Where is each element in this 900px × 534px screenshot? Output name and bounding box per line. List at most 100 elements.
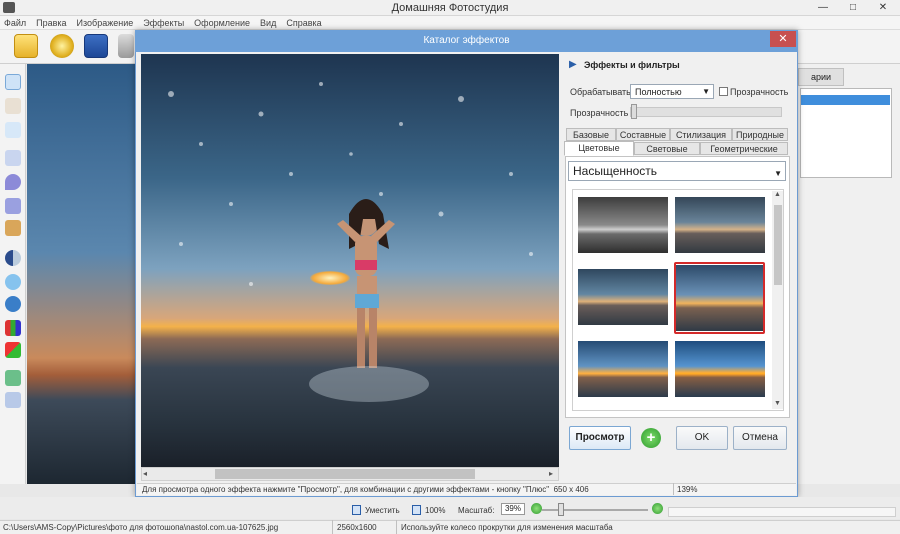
actual-size-icon[interactable] bbox=[412, 505, 421, 515]
menu-help[interactable]: Справка bbox=[286, 16, 321, 29]
tab-composite[interactable]: Составные bbox=[616, 128, 670, 141]
scroll-down-arrow-icon[interactable]: ▼ bbox=[774, 400, 781, 407]
scale-label: Масштаб: bbox=[458, 506, 495, 515]
stamp-icon[interactable] bbox=[5, 220, 21, 236]
hand-icon[interactable] bbox=[5, 98, 21, 114]
ok-button[interactable]: OK bbox=[676, 426, 728, 450]
dialog-status-hint: Для просмотра одного эффекта нажмите "Пр… bbox=[142, 485, 589, 494]
effect-select-value: Насыщенность bbox=[573, 164, 658, 178]
preview-button[interactable]: Просмотр bbox=[569, 426, 631, 450]
effect-thumbnail[interactable] bbox=[675, 341, 765, 397]
person-figure bbox=[337, 199, 395, 368]
effect-thumbnail[interactable] bbox=[578, 197, 668, 253]
image-dimensions: 2560x1600 bbox=[337, 523, 377, 532]
menu-design[interactable]: Оформление bbox=[194, 16, 250, 29]
dialog-close-button[interactable]: ✕ bbox=[770, 31, 796, 47]
brush-icon[interactable] bbox=[5, 150, 21, 166]
process-value: Полностью bbox=[635, 87, 682, 97]
effect-thumbnail[interactable] bbox=[578, 341, 668, 397]
preview-image[interactable] bbox=[141, 54, 559, 467]
preview-hscroll-thumb[interactable] bbox=[215, 469, 475, 479]
status-bar: C:\Users\AMS-Copy\Pictures\фото для фото… bbox=[0, 520, 900, 534]
effect-thumbnail[interactable] bbox=[578, 269, 668, 325]
transparency-checkbox[interactable] bbox=[719, 87, 728, 96]
process-label: Обрабатывать bbox=[570, 87, 631, 97]
palette-icon[interactable] bbox=[5, 320, 21, 336]
scale-value-field[interactable]: 39% bbox=[501, 503, 525, 515]
status-hint: Используйте колесо прокрутки для изменен… bbox=[401, 523, 613, 532]
status-separator bbox=[332, 520, 333, 534]
open-folder-icon[interactable] bbox=[14, 34, 38, 58]
dialog-statusbar: Для просмотра одного эффекта нажмите "Пр… bbox=[137, 483, 796, 495]
process-dropdown[interactable]: Полностью ▼ bbox=[630, 84, 714, 99]
close-button[interactable]: ✕ bbox=[868, 0, 898, 16]
scroll-left-arrow-icon[interactable]: ◂ bbox=[143, 469, 147, 478]
app-title: Домашняя Фотостудия bbox=[391, 2, 509, 14]
fit-icon[interactable] bbox=[352, 505, 361, 515]
zoom-out-icon[interactable] bbox=[531, 503, 542, 514]
maximize-button[interactable]: □ bbox=[840, 0, 866, 16]
eraser-icon[interactable] bbox=[5, 370, 21, 386]
add-effect-plus-button[interactable]: + bbox=[641, 428, 661, 448]
save-disk-icon[interactable] bbox=[84, 34, 108, 58]
cancel-button[interactable]: Отмена bbox=[733, 426, 787, 450]
drop-icon[interactable] bbox=[5, 174, 21, 190]
dialog-zoom-value: 139% bbox=[677, 485, 698, 494]
menu-image[interactable]: Изображение bbox=[77, 16, 134, 29]
scroll-right-arrow-icon[interactable]: ▸ bbox=[549, 469, 553, 478]
tab-basic[interactable]: Базовые bbox=[566, 128, 616, 141]
actual-size-button[interactable]: 100% bbox=[425, 506, 445, 515]
menu-file[interactable]: Файл bbox=[4, 16, 26, 29]
zoom-in-icon[interactable] bbox=[652, 503, 663, 514]
zoom-bar-panel bbox=[668, 507, 896, 517]
transparency-label: Прозрачность bbox=[570, 108, 629, 118]
zoom-slider-thumb[interactable] bbox=[558, 503, 564, 516]
transparency-checkbox-label: Прозрачность bbox=[730, 87, 789, 97]
right-panel-selected-row[interactable] bbox=[801, 95, 890, 105]
zoom-icon[interactable] bbox=[5, 122, 21, 138]
right-panel-tab[interactable]: арии bbox=[798, 68, 844, 86]
minimize-button[interactable]: — bbox=[810, 0, 836, 16]
contrast-icon[interactable] bbox=[5, 250, 21, 266]
cone-icon[interactable] bbox=[5, 198, 21, 214]
dialog-image-size: 650 x 406 bbox=[553, 485, 589, 494]
thumbnail-vscroll-thumb[interactable] bbox=[774, 205, 782, 285]
scroll-up-arrow-icon[interactable]: ▲ bbox=[774, 191, 781, 198]
eye-icon[interactable] bbox=[5, 274, 21, 290]
chevron-down-icon: ▼ bbox=[774, 169, 782, 178]
transparency-slider-thumb[interactable] bbox=[631, 104, 637, 119]
file-path: C:\Users\AMS-Copy\Pictures\фото для фото… bbox=[3, 523, 279, 532]
status-separator bbox=[673, 483, 674, 495]
crop-icon[interactable] bbox=[5, 392, 21, 408]
water-splash-figure bbox=[168, 82, 533, 402]
pointer-icon[interactable] bbox=[5, 74, 21, 90]
menu-edit[interactable]: Правка bbox=[36, 16, 66, 29]
print-icon[interactable] bbox=[118, 34, 134, 58]
effect-thumbnail[interactable] bbox=[675, 197, 765, 253]
effects-panel-title: Эффекты и фильтры bbox=[584, 60, 680, 70]
tab-light[interactable]: Световые bbox=[634, 142, 700, 155]
film-reel-icon[interactable] bbox=[50, 34, 74, 58]
tab-natural[interactable]: Природные bbox=[732, 128, 788, 141]
app-titlebar: Домашняя Фотостудия — □ ✕ bbox=[0, 0, 900, 16]
main-image-canvas[interactable] bbox=[27, 64, 137, 484]
status-separator bbox=[396, 520, 397, 534]
fit-button[interactable]: Уместить bbox=[365, 506, 400, 515]
tool-palette bbox=[0, 64, 26, 484]
tab-stylization[interactable]: Стилизация bbox=[670, 128, 732, 141]
dialog-titlebar: Каталог эффектов bbox=[135, 30, 798, 52]
dialog-title: Каталог эффектов bbox=[423, 35, 510, 46]
eye-red-icon[interactable] bbox=[5, 296, 21, 312]
effect-select[interactable]: Насыщенность ▼ bbox=[568, 161, 786, 181]
menu-view[interactable]: Вид bbox=[260, 16, 276, 29]
effects-panel-header: ▶ Эффекты и фильтры bbox=[562, 56, 790, 74]
arrow-right-icon: ▶ bbox=[569, 59, 577, 70]
selected-thumbnail-frame bbox=[674, 262, 765, 334]
tab-color[interactable]: Цветовые bbox=[564, 141, 634, 156]
menu-bar: Файл Правка Изображение Эффекты Оформлен… bbox=[0, 16, 900, 30]
menu-effects[interactable]: Эффекты bbox=[143, 16, 184, 29]
transparency-slider[interactable] bbox=[630, 107, 782, 117]
chevron-down-icon: ▼ bbox=[702, 87, 710, 96]
fill-icon[interactable] bbox=[5, 342, 21, 358]
tab-geometric[interactable]: Геометрические bbox=[700, 142, 788, 155]
